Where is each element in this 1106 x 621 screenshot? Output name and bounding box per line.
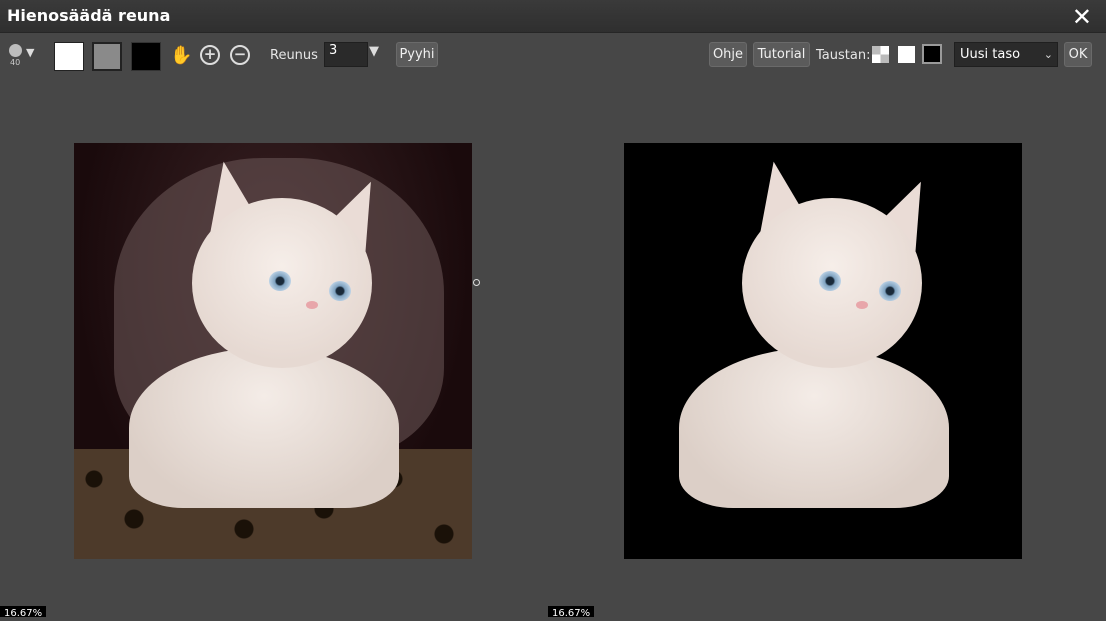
title-bar: Hienosäädä reuna ✕ xyxy=(0,0,1106,33)
zoom-level-left: 16.67% xyxy=(0,606,47,619)
kitten-nose xyxy=(856,301,868,309)
output-layer-value: Uusi taso xyxy=(960,47,1021,62)
close-icon[interactable]: ✕ xyxy=(1072,3,1092,31)
background-black-option[interactable] xyxy=(922,44,942,64)
kitten-eye-left xyxy=(269,271,291,291)
color-swatch-gray[interactable] xyxy=(92,42,122,71)
source-image-canvas[interactable] xyxy=(74,143,472,559)
brush-dot-icon xyxy=(9,44,22,57)
kitten-body xyxy=(679,348,949,508)
background-transparent-option[interactable] xyxy=(872,46,889,63)
preview-image-canvas[interactable] xyxy=(624,143,1022,559)
brush-cursor-icon xyxy=(473,279,480,286)
output-layer-select[interactable]: Uusi taso ⌄ xyxy=(954,42,1058,67)
kitten-nose xyxy=(306,301,318,309)
background-white-option[interactable] xyxy=(898,46,915,63)
chevron-down-icon: ⌄ xyxy=(1043,48,1053,61)
kitten-eye-left xyxy=(819,271,841,291)
kitten-body xyxy=(129,348,399,508)
hand-icon[interactable]: ✋ xyxy=(170,45,192,66)
zoom-out-icon[interactable]: − xyxy=(230,45,250,65)
tutorial-button[interactable]: Tutorial xyxy=(753,42,810,67)
chevron-down-icon: ▼ xyxy=(26,46,35,59)
dialog-title: Hienosäädä reuna xyxy=(7,6,171,25)
brush-size-picker[interactable]: 40 ▼ xyxy=(8,44,38,70)
color-swatch-black[interactable] xyxy=(131,42,161,71)
kitten-eye-right xyxy=(329,281,351,301)
edge-dropdown-icon[interactable]: ▼ xyxy=(369,44,379,59)
toolbar: 40 ▼ ✋ + − Reunus 3 ▼ Pyyhi Ohje Tutoria… xyxy=(0,34,1106,76)
edge-width-input[interactable]: 3 xyxy=(324,42,368,67)
color-swatch-white[interactable] xyxy=(54,42,84,71)
ok-button[interactable]: OK xyxy=(1064,42,1092,67)
help-button[interactable]: Ohje xyxy=(709,42,747,67)
zoom-in-icon[interactable]: + xyxy=(200,45,220,65)
clear-button[interactable]: Pyyhi xyxy=(396,42,438,67)
edge-label: Reunus xyxy=(270,48,318,63)
background-label: Taustan: xyxy=(816,48,871,63)
zoom-level-right: 16.67% xyxy=(548,606,595,619)
kitten-eye-right xyxy=(879,281,901,301)
brush-size-value: 40 xyxy=(10,58,21,67)
